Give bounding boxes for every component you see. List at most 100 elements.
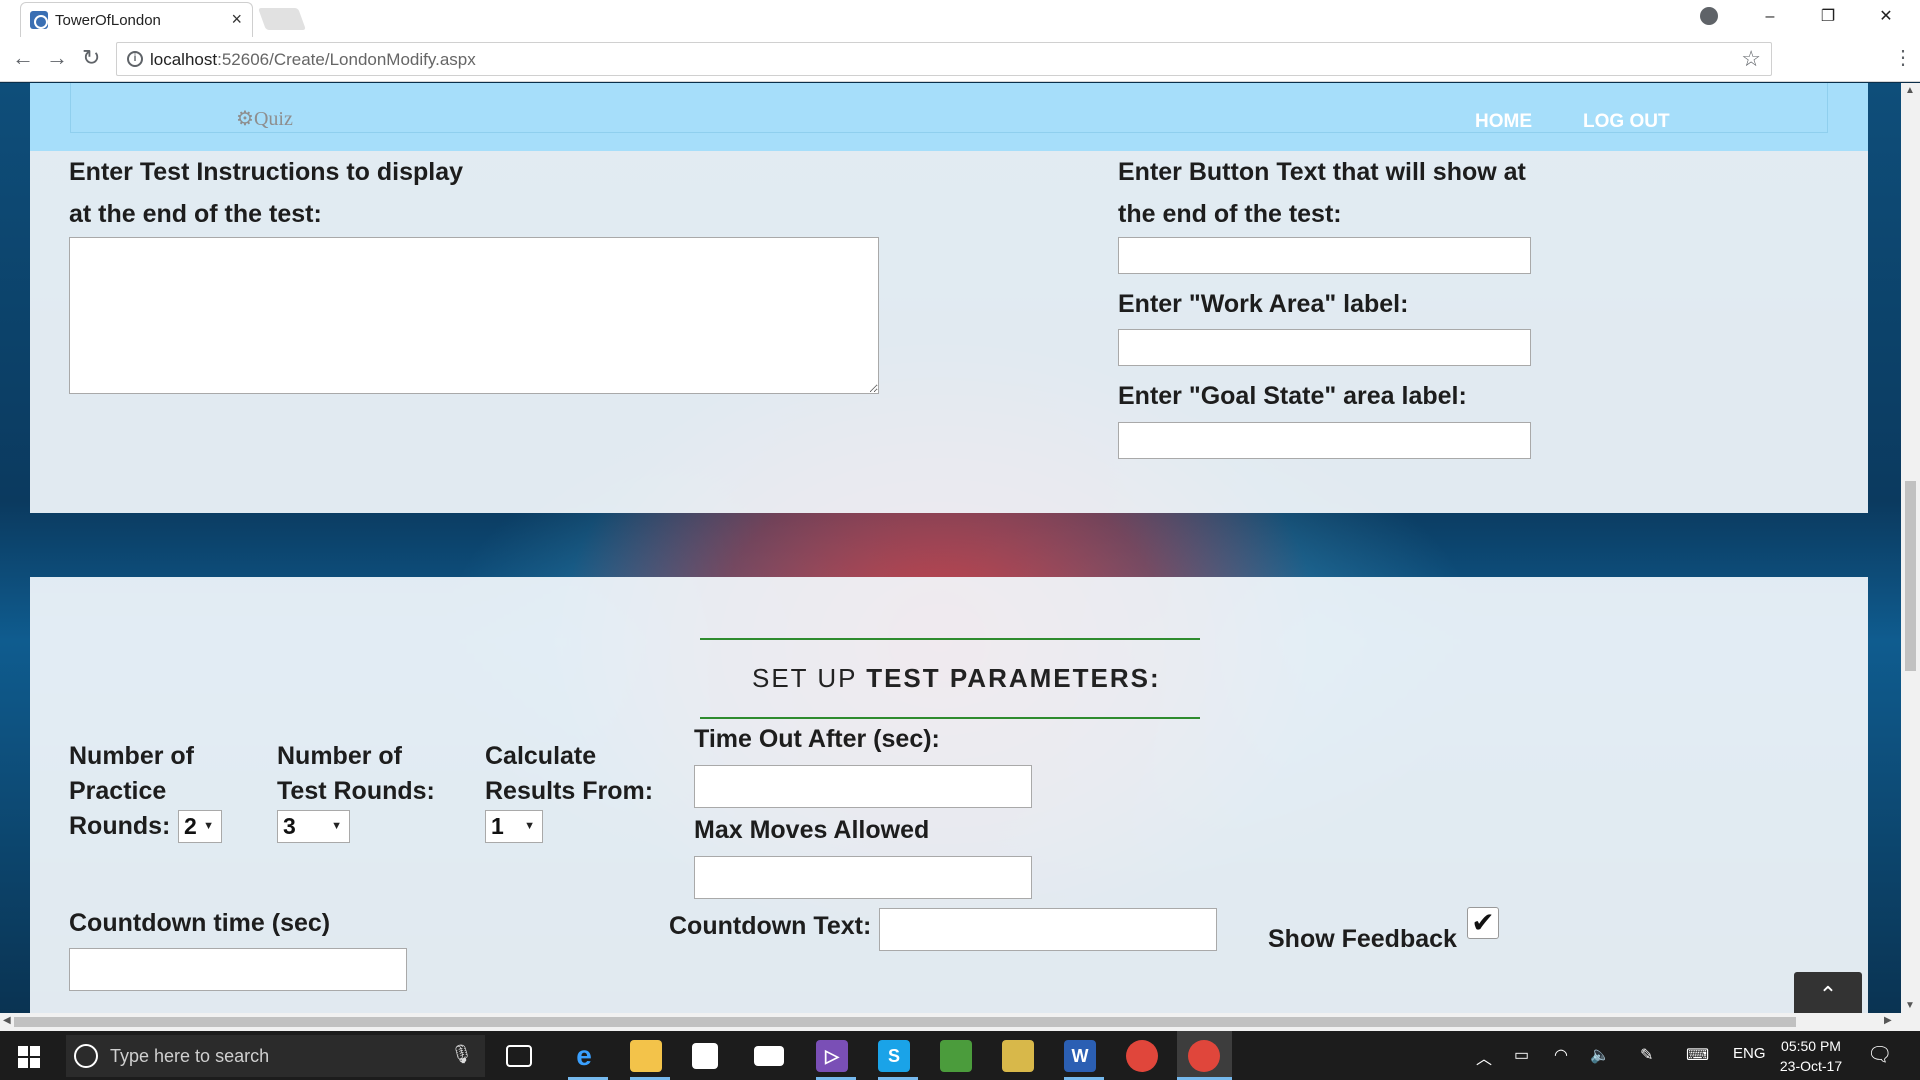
- file-explorer-icon[interactable]: [630, 1040, 662, 1072]
- end-instructions-textarea[interactable]: [69, 237, 879, 394]
- language-indicator[interactable]: ENG: [1733, 1045, 1766, 1062]
- button-text-label-line2: the end of the test:: [1118, 200, 1342, 228]
- end-instructions-label-line1: Enter Test Instructions to display: [69, 158, 464, 186]
- word-icon[interactable]: W: [1064, 1040, 1096, 1072]
- end-instructions-label: Enter Test Instructions to display at th…: [69, 151, 463, 235]
- pen-icon[interactable]: ✎: [1640, 1045, 1653, 1065]
- reload-icon[interactable]: ↻: [82, 45, 100, 71]
- taskbar-search-box[interactable]: Type here to search 🎙: [66, 1035, 485, 1077]
- tab-close-icon[interactable]: ×: [231, 9, 242, 30]
- scroll-down-arrow-icon[interactable]: ▼: [1905, 1000, 1915, 1011]
- scroll-up-arrow-icon[interactable]: ▲: [1905, 85, 1915, 96]
- wifi-icon[interactable]: ◠: [1554, 1045, 1568, 1065]
- site-info-icon[interactable]: i: [127, 51, 143, 67]
- restore-button[interactable]: ❐: [1800, 0, 1856, 34]
- close-window-button[interactable]: ✕: [1858, 0, 1914, 34]
- calc-results-select[interactable]: 1 ▼: [485, 810, 543, 843]
- nav-home-link[interactable]: HOME: [1475, 111, 1532, 133]
- microphone-icon[interactable]: 🎙: [450, 1044, 473, 1065]
- clock-time: 05:50 PM: [1781, 1038, 1841, 1054]
- nav-logout-link[interactable]: LOG OUT: [1583, 111, 1670, 133]
- bookmark-star-icon[interactable]: ☆: [1741, 46, 1761, 72]
- vertical-scrollbar[interactable]: ▲ ▼: [1901, 83, 1920, 1013]
- browser-menu-icon[interactable]: ⋮: [1893, 45, 1913, 70]
- scroll-right-arrow-icon[interactable]: ▶: [1884, 1015, 1892, 1026]
- test-rounds-select[interactable]: 3 ▼: [277, 810, 350, 843]
- taskbar-clock[interactable]: 05:50 PM 23-Oct-17: [1776, 1036, 1846, 1076]
- skype-icon[interactable]: S: [878, 1040, 910, 1072]
- brand-logo[interactable]: ⚙Quiz: [236, 106, 293, 131]
- project-icon[interactable]: [940, 1040, 972, 1072]
- browser-tab[interactable]: TowerOfLondon ×: [20, 2, 253, 37]
- test-rounds-line1: Number of: [277, 742, 402, 770]
- tray-expand-icon[interactable]: ︿: [1476, 1045, 1492, 1069]
- chevron-up-icon: ⌃: [1818, 982, 1838, 1007]
- clock-date: 23-Oct-17: [1779, 1058, 1843, 1074]
- work-area-label: Enter "Work Area" label:: [1118, 290, 1409, 318]
- dropdown-arrow-icon: ▼: [331, 820, 342, 832]
- edge-browser-icon[interactable]: e: [568, 1040, 600, 1072]
- horizontal-scrollbar[interactable]: ◀ ▶: [0, 1013, 1920, 1031]
- volume-icon[interactable]: 🔈: [1590, 1045, 1610, 1065]
- page-viewport: ⚙Quiz HOME LOG OUT Enter Test Instructio…: [0, 83, 1901, 1013]
- keyboard-icon[interactable]: ⌨: [1686, 1045, 1709, 1065]
- countdown-time-label: Countdown time (sec): [69, 909, 331, 937]
- practice-rounds-line2: Practice: [69, 777, 167, 805]
- chrome-icon[interactable]: [1126, 1040, 1158, 1072]
- practice-rounds-select[interactable]: 2 ▼: [178, 810, 222, 843]
- test-rounds-value: 3: [283, 813, 296, 839]
- cortana-icon: [74, 1044, 98, 1068]
- calc-results-line2: Results From:: [485, 777, 654, 805]
- calc-results-value: 1: [491, 813, 504, 839]
- chrome-active-icon[interactable]: [1188, 1040, 1220, 1072]
- tab-title: TowerOfLondon: [55, 12, 161, 29]
- section-divider-top: [700, 638, 1200, 640]
- vertical-scroll-thumb[interactable]: [1905, 481, 1916, 671]
- site-favicon-icon: [30, 11, 48, 29]
- profile-icon[interactable]: [1700, 7, 1718, 25]
- scroll-left-arrow-icon[interactable]: ◀: [3, 1015, 11, 1026]
- back-arrow-icon[interactable]: ←: [12, 45, 34, 71]
- max-moves-input[interactable]: [694, 856, 1032, 899]
- forward-arrow-icon[interactable]: →: [46, 45, 68, 71]
- battery-icon[interactable]: ▭: [1514, 1045, 1529, 1065]
- countdown-time-input[interactable]: [69, 948, 407, 991]
- horizontal-scroll-thumb[interactable]: [14, 1017, 1796, 1027]
- navbar-inner: [70, 83, 1828, 133]
- button-text-label: Enter Button Text that will show at the …: [1118, 151, 1526, 235]
- end-instructions-label-line2: at the end of the test:: [69, 200, 322, 228]
- search-placeholder: Type here to search: [110, 1046, 270, 1066]
- store-icon[interactable]: [692, 1043, 718, 1069]
- test-parameters-panel: SET UP TEST PARAMETERS: Number of Practi…: [30, 577, 1868, 1013]
- practice-rounds-line1: Number of: [69, 742, 194, 770]
- new-tab-button[interactable]: [257, 8, 307, 30]
- countdown-text-input[interactable]: [879, 908, 1217, 951]
- dropdown-arrow-icon: ▼: [524, 820, 535, 832]
- scroll-to-top-button[interactable]: ⌃: [1794, 972, 1862, 1013]
- practice-rounds-line3: Rounds:: [69, 812, 171, 840]
- goal-state-label: Enter "Goal State" area label:: [1118, 382, 1467, 410]
- windows-start-icon[interactable]: [18, 1046, 40, 1068]
- section-title-prefix: SET UP: [752, 663, 867, 693]
- goal-state-input[interactable]: [1118, 422, 1531, 459]
- practice-rounds-label: Number of Practice Rounds:: [69, 739, 194, 844]
- minimize-button[interactable]: –: [1742, 0, 1798, 34]
- dropdown-arrow-icon: ▼: [203, 820, 214, 832]
- calc-results-line1: Calculate: [485, 742, 597, 770]
- address-bar[interactable]: i localhost:52606/Create/LondonModify.as…: [116, 42, 1772, 76]
- button-text-input[interactable]: [1118, 237, 1531, 274]
- timeout-input[interactable]: [694, 765, 1032, 808]
- url-path: :52606/Create/LondonModify.aspx: [217, 50, 476, 69]
- practice-rounds-value: 2: [184, 813, 197, 839]
- visual-studio-icon[interactable]: ▷: [816, 1040, 848, 1072]
- mail-icon[interactable]: [754, 1046, 784, 1066]
- show-feedback-label: Show Feedback: [1268, 925, 1457, 953]
- show-feedback-checkbox[interactable]: ✔: [1467, 907, 1499, 939]
- url-text[interactable]: localhost:52606/Create/LondonModify.aspx: [150, 50, 476, 70]
- paint-icon[interactable]: [1002, 1040, 1034, 1072]
- task-view-icon[interactable]: [506, 1045, 532, 1067]
- action-center-icon[interactable]: 🗨: [1867, 1042, 1892, 1067]
- calc-results-label: Calculate Results From:: [485, 739, 653, 809]
- browser-tab-bar: TowerOfLondon × – ❐ ✕: [0, 0, 1920, 37]
- work-area-input[interactable]: [1118, 329, 1531, 366]
